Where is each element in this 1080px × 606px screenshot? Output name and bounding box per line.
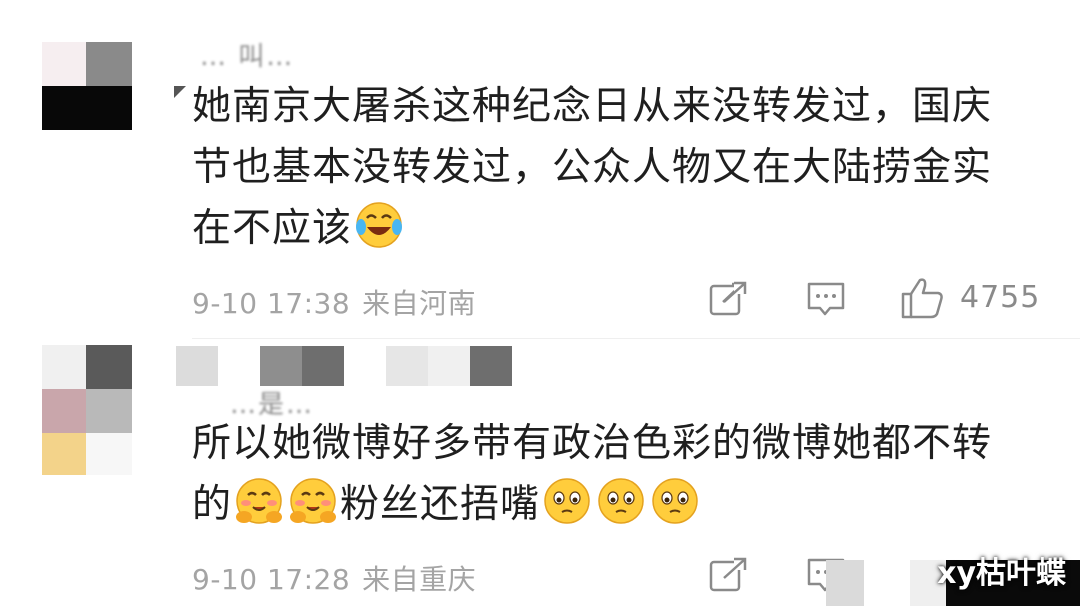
like-icon[interactable] [900, 276, 946, 320]
laugh-cry-emoji [356, 202, 403, 248]
comment-meta: 9-10 17:28 来自重庆 [192, 558, 476, 598]
repost-icon[interactable] [708, 280, 748, 318]
comment-location: 来自重庆 [362, 563, 477, 596]
comment-text-part2: 粉丝还捂嘴 [340, 482, 541, 527]
username-blurred[interactable]: … 叫… [200, 36, 294, 73]
sad-face-emoji [598, 478, 644, 524]
avatar[interactable] [42, 42, 132, 130]
avatar[interactable] [42, 345, 132, 475]
corner-mark [174, 86, 186, 98]
comment-location: 来自河南 [362, 287, 477, 320]
comment-body: 所以她微博好多带有政治色彩的微博她都不转 的 粉丝还捂嘴 [192, 413, 1052, 535]
repost-icon[interactable] [708, 556, 748, 594]
like-count: 4755 [960, 280, 1041, 315]
blush-hands-emoji [290, 478, 337, 524]
sad-face-emoji [544, 478, 590, 524]
sad-face-emoji [652, 478, 698, 524]
blush-hands-emoji [236, 478, 283, 524]
divider [192, 338, 1080, 339]
comment-icon[interactable] [806, 280, 846, 320]
comment-date: 9-10 17:28 [192, 563, 351, 596]
watermark: xy枯叶蝶 [937, 556, 1066, 591]
comment-body: 她南京大屠杀这种纪念日从来没转发过，国庆 节也基本没转发过，公众人物又在大陆捞金… [192, 76, 1052, 259]
comment-date: 9-10 17:38 [192, 287, 351, 320]
comment-text: 她南京大屠杀这种纪念日从来没转发过，国庆 节也基本没转发过，公众人物又在大陆捞金… [192, 84, 993, 251]
comment-meta: 9-10 17:38 来自河南 [192, 282, 476, 322]
